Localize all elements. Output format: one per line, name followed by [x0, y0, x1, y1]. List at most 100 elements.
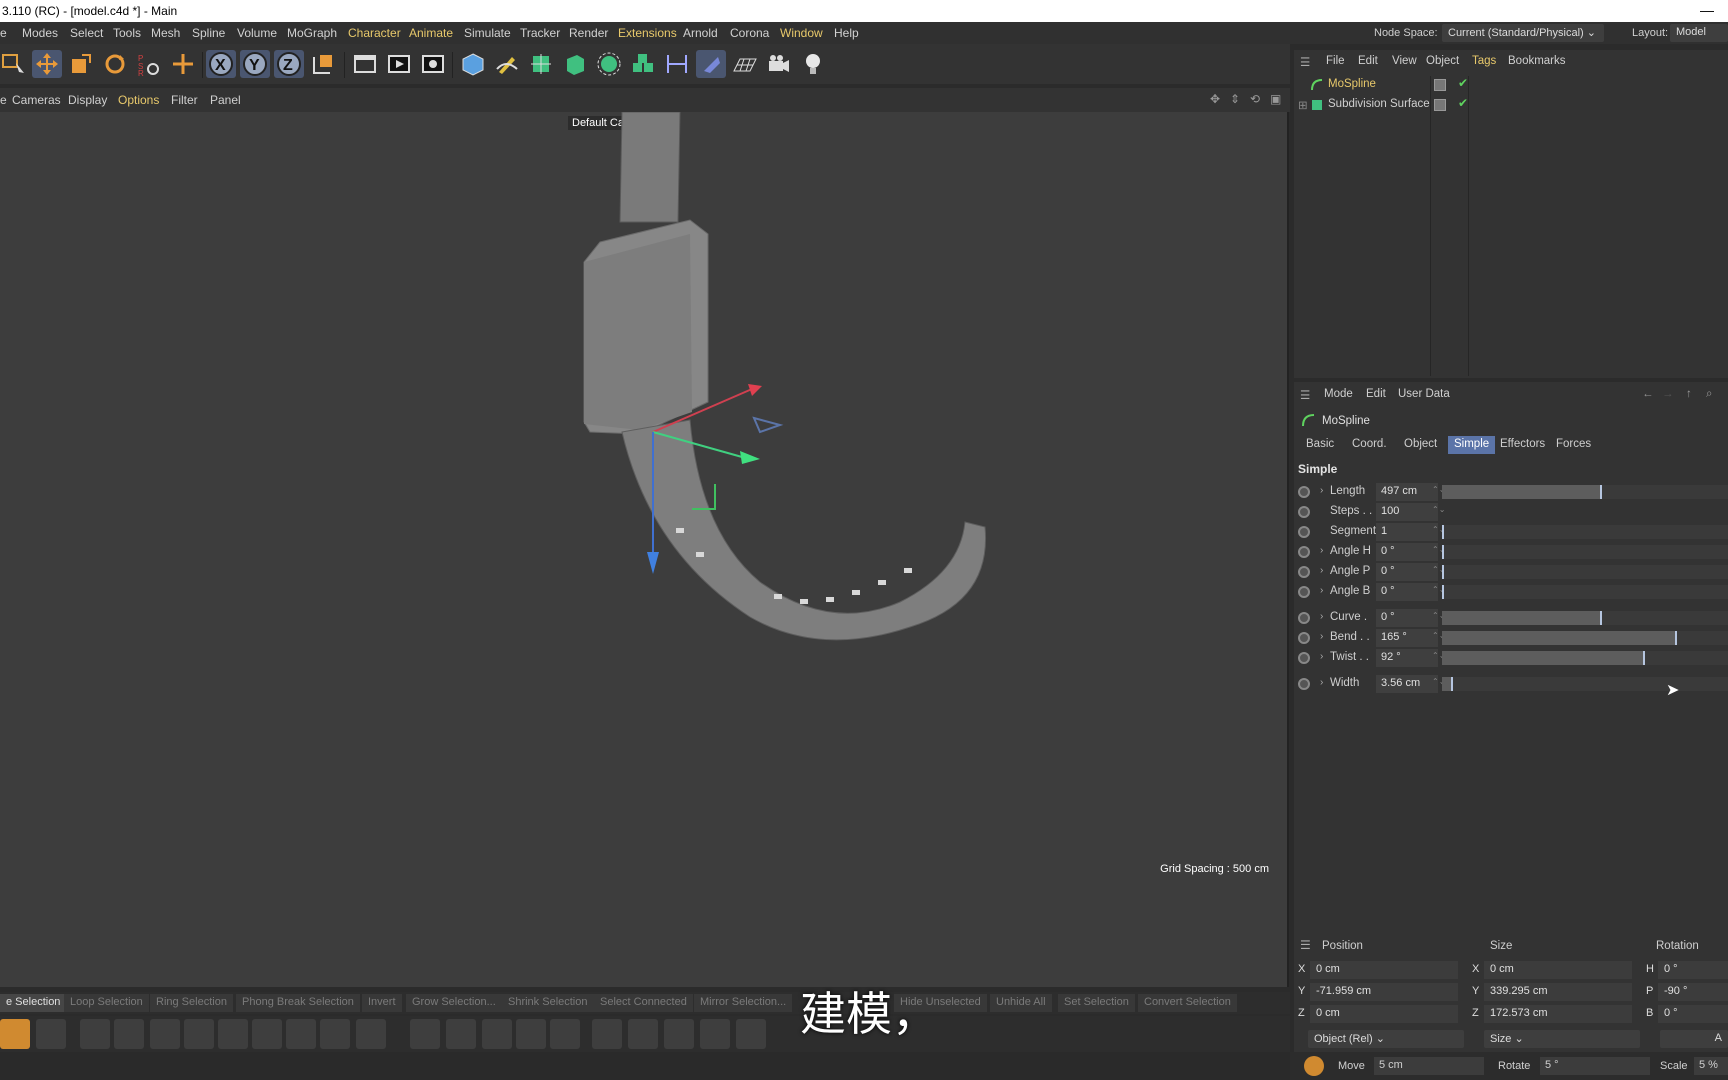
- menu-file[interactable]: e: [0, 26, 7, 40]
- tab-effectors[interactable]: Effectors: [1494, 436, 1551, 454]
- animation-radio-icon[interactable]: [1298, 546, 1310, 558]
- position-z-field[interactable]: 0 cm: [1310, 1005, 1458, 1023]
- size-y-field[interactable]: 339.295 cm: [1484, 983, 1632, 1001]
- layer-icon[interactable]: [1434, 79, 1446, 91]
- set-selection-button[interactable]: Set Selection: [1058, 994, 1135, 1012]
- expand-arrow-icon[interactable]: ›: [1320, 565, 1323, 576]
- am-menu-mode[interactable]: Mode: [1324, 388, 1353, 400]
- expand-arrow-icon[interactable]: ›: [1320, 651, 1323, 662]
- reverse-icon[interactable]: [628, 1019, 658, 1049]
- magnet-icon[interactable]: [114, 1019, 144, 1049]
- render-view-icon[interactable]: [384, 50, 414, 78]
- bevel-icon[interactable]: [150, 1019, 180, 1049]
- hamburger-icon[interactable]: ☰: [1300, 938, 1311, 952]
- layout-select[interactable]: Model: [1670, 24, 1728, 42]
- menu-corona[interactable]: Corona: [730, 26, 769, 40]
- forward-arrow-icon[interactable]: →: [1662, 388, 1674, 400]
- node-space-select[interactable]: Current (Standard/Physical) ⌄: [1442, 24, 1604, 42]
- animation-radio-icon[interactable]: [1298, 632, 1310, 644]
- enabled-check-icon[interactable]: ✔: [1458, 96, 1468, 110]
- om-menu-view[interactable]: View: [1392, 55, 1417, 67]
- param-value-field[interactable]: 0 °: [1376, 543, 1438, 561]
- slider-handle[interactable]: [1600, 485, 1602, 499]
- bridge-icon[interactable]: [356, 1019, 386, 1049]
- field-icon[interactable]: [696, 50, 726, 78]
- param-slider[interactable]: [1442, 485, 1728, 499]
- slider-handle[interactable]: [1442, 585, 1444, 599]
- viewport-move-icon[interactable]: ✥: [1210, 92, 1220, 106]
- shrink-selection-button[interactable]: Shrink Selection: [502, 994, 594, 1012]
- menu-tools[interactable]: Tools: [113, 26, 141, 40]
- param-slider[interactable]: [1442, 565, 1728, 579]
- transfer-icon[interactable]: [736, 1019, 766, 1049]
- mirror-icon[interactable]: [664, 1019, 694, 1049]
- viewport-menu-filter[interactable]: Filter: [171, 93, 198, 107]
- animation-radio-icon[interactable]: [1298, 526, 1310, 538]
- slider-handle[interactable]: [1442, 545, 1444, 559]
- search-icon[interactable]: ⌕: [1706, 388, 1712, 401]
- xyz-icon[interactable]: [700, 1019, 730, 1049]
- viewport-menu-view[interactable]: e: [0, 93, 7, 107]
- param-slider[interactable]: [1442, 651, 1728, 665]
- tab-forces[interactable]: Forces: [1550, 436, 1597, 454]
- viewport-menu-panel[interactable]: Panel: [210, 93, 241, 107]
- param-slider[interactable]: [1442, 611, 1728, 625]
- ring-selection-button[interactable]: Ring Selection: [150, 994, 233, 1012]
- viewport-menu-display[interactable]: Display: [68, 93, 107, 107]
- param-slider[interactable]: [1442, 525, 1728, 539]
- expand-arrow-icon[interactable]: ›: [1320, 485, 1323, 496]
- am-menu-user-data[interactable]: User Data: [1398, 388, 1450, 400]
- viewport-rotate-icon[interactable]: ⟲: [1250, 92, 1260, 106]
- cloner-icon[interactable]: [594, 50, 624, 78]
- om-menu-object[interactable]: Object: [1426, 55, 1459, 67]
- om-menu-tags[interactable]: Tags: [1472, 55, 1496, 67]
- mograph-icon[interactable]: [628, 50, 658, 78]
- scale-icon[interactable]: [66, 50, 96, 78]
- deformer-icon[interactable]: [662, 50, 692, 78]
- hamburger-icon[interactable]: ☰: [1300, 55, 1310, 69]
- unhide-all-button[interactable]: Unhide All: [990, 994, 1052, 1012]
- position-x-field[interactable]: 0 cm: [1310, 961, 1458, 979]
- up-arrow-icon[interactable]: ↑: [1686, 388, 1692, 400]
- mirror-selection-button[interactable]: Mirror Selection...: [694, 994, 793, 1012]
- om-menu-edit[interactable]: Edit: [1358, 55, 1378, 67]
- phong-break-selection-button[interactable]: Phong Break Selection: [236, 994, 360, 1012]
- param-slider[interactable]: [1442, 677, 1728, 691]
- layer-icon[interactable]: [1434, 99, 1446, 111]
- scale-step-field[interactable]: 5 %: [1694, 1057, 1728, 1075]
- menu-character[interactable]: Character: [348, 26, 401, 40]
- rotate-step-field[interactable]: 5 °: [1540, 1057, 1650, 1075]
- dissolve-icon[interactable]: [516, 1019, 546, 1049]
- menu-select[interactable]: Select: [70, 26, 103, 40]
- knife-icon[interactable]: [80, 1019, 110, 1049]
- slider-handle[interactable]: [1442, 565, 1444, 579]
- size-mode-select[interactable]: Size ⌄: [1484, 1030, 1640, 1048]
- menu-arnold[interactable]: Arnold: [683, 26, 718, 40]
- 3d-viewport[interactable]: Default Camera Grid Spacing : 500 cm: [0, 112, 1289, 987]
- param-value-field[interactable]: 3.56 cm: [1376, 675, 1438, 693]
- menu-mesh[interactable]: Mesh: [151, 26, 180, 40]
- slide-icon[interactable]: [446, 1019, 476, 1049]
- expand-icon[interactable]: ⊞: [1298, 98, 1308, 112]
- om-menu-file[interactable]: File: [1326, 55, 1345, 67]
- move-icon[interactable]: [32, 50, 62, 78]
- select-icon[interactable]: [0, 50, 30, 78]
- render-region-icon[interactable]: [350, 50, 380, 78]
- iron-icon[interactable]: [320, 1019, 350, 1049]
- expand-arrow-icon[interactable]: ›: [1320, 631, 1323, 642]
- grow-selection-button[interactable]: Grow Selection...: [406, 994, 502, 1012]
- live-selection-button[interactable]: e Selection: [0, 994, 67, 1012]
- invert-button[interactable]: Invert: [362, 994, 402, 1012]
- slider-handle[interactable]: [1600, 611, 1602, 625]
- menu-spline[interactable]: Spline: [192, 26, 225, 40]
- watch-model[interactable]: [0, 112, 1289, 987]
- animation-radio-icon[interactable]: [1298, 566, 1310, 578]
- animation-radio-icon[interactable]: [1298, 652, 1310, 664]
- menu-modes[interactable]: Modes: [22, 26, 58, 40]
- weld-icon[interactable]: [410, 1019, 440, 1049]
- tab-basic[interactable]: Basic: [1300, 436, 1340, 454]
- menu-simulate[interactable]: Simulate: [464, 26, 511, 40]
- brush-icon[interactable]: [0, 1019, 30, 1049]
- expand-arrow-icon[interactable]: ›: [1320, 677, 1323, 688]
- menu-tracker[interactable]: Tracker: [520, 26, 560, 40]
